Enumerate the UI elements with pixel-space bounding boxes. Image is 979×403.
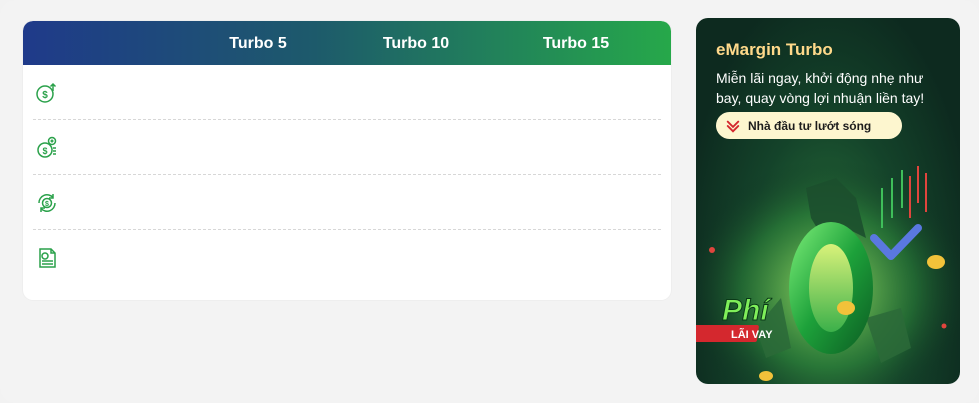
table-row: $ bbox=[23, 65, 671, 120]
coins-plus-icon: $ bbox=[37, 136, 57, 158]
svg-text:$: $ bbox=[42, 90, 48, 101]
column-header-turbo-10: Turbo 10 bbox=[382, 35, 450, 52]
promo-banner[interactable]: eMargin Turbo Miễn lãi ngay, khởi động n… bbox=[696, 18, 960, 384]
comparison-table: Turbo 5 Turbo 10 Turbo 15 $ $ $ bbox=[23, 21, 671, 300]
investor-tag-label: Nhà đầu tư lướt sóng bbox=[748, 118, 872, 133]
table-header: Turbo 5 Turbo 10 Turbo 15 bbox=[23, 21, 671, 65]
investor-tag[interactable]: Nhà đầu tư lướt sóng bbox=[716, 112, 902, 139]
page-background: Turbo 5 Turbo 10 Turbo 15 $ $ $ eMargin … bbox=[0, 0, 979, 403]
promo-description: Miễn lãi ngay, khởi động nhẹ như bay, qu… bbox=[716, 70, 925, 106]
svg-text:$: $ bbox=[45, 201, 49, 208]
column-header-turbo-5: Turbo 5 bbox=[229, 35, 287, 52]
phi-word: Phí bbox=[722, 294, 772, 327]
svg-text:$: $ bbox=[42, 146, 47, 156]
table-row bbox=[23, 230, 671, 285]
document-money-icon bbox=[39, 247, 56, 268]
zero-fee-illustration: Phí LÃI VAY bbox=[696, 148, 960, 384]
column-header-turbo-15: Turbo 15 bbox=[542, 35, 610, 52]
table-row: $ bbox=[23, 120, 671, 175]
promo-title: eMargin Turbo bbox=[716, 40, 833, 59]
wave-arrow-icon bbox=[726, 120, 740, 133]
table-row: $ bbox=[23, 175, 671, 230]
money-cycle-icon: $ bbox=[38, 193, 56, 212]
money-up-icon: $ bbox=[36, 82, 57, 103]
ribbon-label: LÃI VAY bbox=[731, 328, 773, 341]
